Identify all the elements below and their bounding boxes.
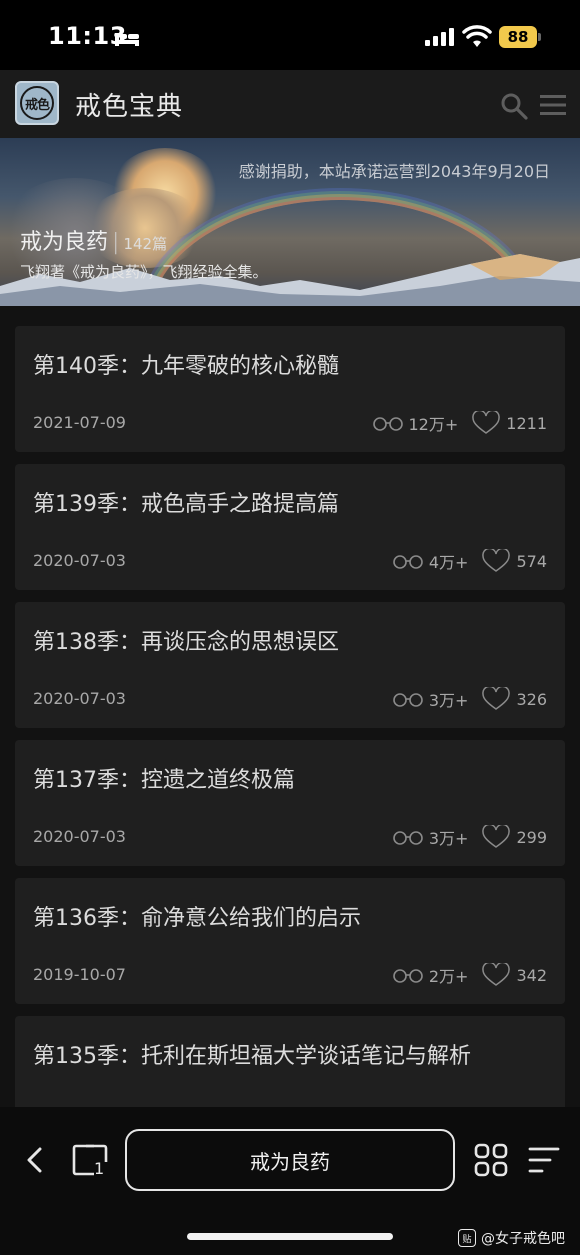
view-count: 12万+ — [408, 415, 459, 434]
view-count: 4万+ — [428, 553, 469, 572]
view-count: 3万+ — [428, 691, 469, 710]
back-icon[interactable] — [24, 1147, 46, 1173]
search-icon[interactable] — [500, 92, 528, 120]
article-date: 2019-10-07 — [33, 965, 126, 984]
article-title[interactable]: 第135季：托利在斯坦福大学谈话笔记与解析 — [33, 1038, 471, 1070]
collection-subtitle: 飞翔著《戒为良药》，飞翔经验全集。 — [20, 263, 268, 281]
watermark: 贴 @女子戒色吧 — [458, 1228, 565, 1248]
article-title[interactable]: 第138季：再谈压念的思想误区 — [33, 624, 339, 656]
tieba-badge: 贴 — [458, 1229, 476, 1247]
like-count: 326 — [516, 689, 547, 709]
battery-indicator: 88 — [499, 26, 537, 48]
article-count: 142篇 — [123, 235, 168, 253]
article-card[interactable]: 第137季：控遗之道终极篇 2020-07-03 3万+ 299 — [15, 740, 565, 866]
glasses-icon — [393, 969, 423, 983]
app-header: 戒色 戒色宝典 — [0, 70, 580, 138]
like-count: 342 — [516, 965, 547, 985]
heart-icon[interactable] — [482, 687, 511, 711]
article-card[interactable]: 第136季：俞净意公给我们的启示 2019-10-07 2万+ 342 — [15, 878, 565, 1004]
article-card[interactable]: 第138季：再谈压念的思想误区 2020-07-03 3万+ 326 — [15, 602, 565, 728]
app-logo[interactable]: 戒色 — [15, 81, 59, 125]
article-stats: 2万+ 342 — [392, 963, 547, 987]
heart-icon[interactable] — [482, 825, 511, 849]
glasses-icon — [372, 417, 403, 431]
article-card[interactable]: 第139季：戒色高手之路提高篇 2020-07-03 4万+ 574 — [15, 464, 565, 590]
app-title: 戒色宝典 — [75, 92, 184, 122]
title-separator: | — [112, 230, 120, 255]
logo-text: 戒色 — [20, 86, 54, 120]
status-bar: 11:13 88 — [0, 0, 580, 70]
article-title[interactable]: 第136季：俞净意公给我们的启示 — [33, 900, 361, 932]
view-count: 2万+ — [428, 967, 469, 986]
tab-count: 1 — [94, 1159, 104, 1176]
home-indicator[interactable] — [187, 1233, 393, 1240]
article-title[interactable]: 第137季：控遗之道终极篇 — [33, 762, 295, 794]
collection-banner: 感谢捐助，本站承诺运营到2043年9月20日 戒为良药 | 142篇 飞翔著《戒为良… — [0, 138, 580, 306]
sort-icon[interactable] — [528, 1145, 560, 1175]
battery-tip — [538, 33, 541, 41]
article-stats: 3万+ 326 — [392, 687, 547, 711]
article-date: 2020-07-03 — [33, 551, 126, 570]
like-count: 299 — [516, 827, 547, 847]
watermark-text: @女子戒色吧 — [481, 1231, 565, 1247]
article-date: 2020-07-03 — [33, 827, 126, 846]
heart-icon[interactable] — [482, 549, 511, 573]
collection-title-button[interactable]: 戒为良药 — [125, 1129, 455, 1191]
article-title[interactable]: 第140季：九年零破的核心秘髓 — [33, 348, 339, 380]
cellular-signal-icon — [425, 28, 454, 46]
grid-icon[interactable] — [474, 1143, 508, 1177]
glasses-icon — [393, 831, 423, 845]
like-count: 574 — [516, 551, 547, 571]
collection-name: 戒为良药 — [20, 230, 109, 255]
article-stats: 12万+ 1211 — [372, 411, 547, 435]
article-date: 2020-07-03 — [33, 689, 126, 708]
heart-icon[interactable] — [472, 411, 501, 435]
menu-icon[interactable] — [540, 94, 566, 116]
article-stats: 3万+ 299 — [392, 825, 547, 849]
glasses-icon — [393, 693, 423, 707]
heart-icon[interactable] — [482, 963, 511, 987]
glasses-icon — [393, 555, 423, 569]
collection-title: 戒为良药 | 142篇 — [20, 224, 167, 256]
banner-notice: 感谢捐助，本站承诺运营到2043年9月20日 — [238, 162, 550, 181]
wifi-icon — [462, 25, 492, 47]
article-card[interactable]: 第140季：九年零破的核心秘髓 2021-07-09 12万+ 1211 — [15, 326, 565, 452]
like-count: 1211 — [506, 413, 547, 433]
article-stats: 4万+ 574 — [392, 549, 547, 573]
tabs-icon[interactable]: 1 — [72, 1144, 108, 1176]
bed-icon — [115, 33, 139, 46]
article-title[interactable]: 第139季：戒色高手之路提高篇 — [33, 486, 339, 518]
view-count: 3万+ — [428, 829, 469, 848]
article-date: 2021-07-09 — [33, 413, 126, 432]
